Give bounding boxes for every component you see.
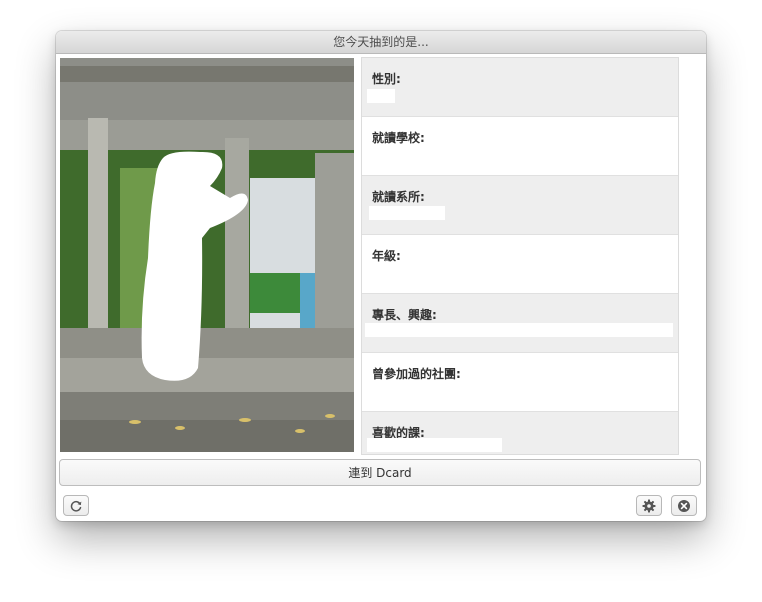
close-button[interactable]	[671, 495, 697, 516]
field-gender: 性別:	[362, 58, 678, 117]
gear-icon	[642, 499, 656, 512]
refresh-button[interactable]	[63, 495, 89, 516]
settings-button[interactable]	[636, 495, 662, 516]
field-label: 年級:	[372, 249, 401, 263]
window-title: 您今天抽到的是...	[56, 31, 706, 54]
field-skills-interests: 專長、興趣:	[362, 294, 678, 353]
redacted-value	[367, 438, 502, 452]
field-label: 就讀系所:	[372, 190, 425, 204]
close-circle-icon	[678, 499, 690, 512]
profile-photo	[60, 58, 354, 452]
field-department: 就讀系所:	[362, 176, 678, 235]
field-label: 曾參加過的社團:	[372, 367, 461, 381]
field-clubs: 曾參加過的社團:	[362, 353, 678, 412]
redacted-value	[367, 89, 395, 103]
field-label: 專長、興趣:	[372, 308, 437, 322]
redacted-value	[365, 323, 673, 337]
field-label: 性別:	[372, 72, 401, 86]
redacted-value	[369, 206, 445, 220]
field-favorite-courses: 喜歡的課:	[362, 412, 678, 454]
profile-details-panel[interactable]: 性別: 就讀學校: 就讀系所: 年級: 專長、興趣: 曾參加過的社團: 喜歡的課…	[361, 57, 679, 455]
app-window: 您今天抽到的是... 性別: 就讀學校: 就讀系所: 年級: 專長、興趣: 曾參…	[56, 31, 706, 521]
field-school: 就讀學校:	[362, 117, 678, 176]
open-dcard-button[interactable]: 連到 Dcard	[59, 459, 701, 486]
field-grade: 年級:	[362, 235, 678, 294]
refresh-icon	[70, 500, 82, 512]
field-label: 就讀學校:	[372, 131, 425, 145]
